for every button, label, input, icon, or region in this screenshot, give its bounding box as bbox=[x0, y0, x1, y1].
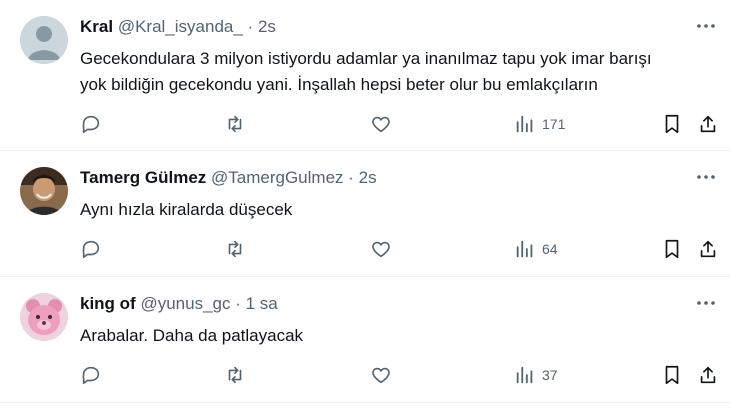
post-text: Arabalar. Daha da patlayacak bbox=[80, 323, 720, 349]
author-name[interactable]: Kral bbox=[80, 17, 113, 36]
action-bar: 171 bbox=[80, 112, 730, 136]
pink-bear-avatar bbox=[20, 293, 68, 341]
author-name[interactable]: Tamerg Gülmez bbox=[80, 168, 206, 187]
post-text: Aynı hızla kiralarda düşecek bbox=[80, 197, 720, 223]
like-icon bbox=[372, 241, 390, 258]
repost-button[interactable] bbox=[224, 237, 246, 261]
views-icon bbox=[516, 240, 533, 258]
repost-icon bbox=[228, 115, 242, 133]
views-icon bbox=[516, 366, 533, 384]
like-button[interactable] bbox=[370, 237, 392, 261]
avatar[interactable] bbox=[20, 16, 68, 64]
post-kral[interactable]: Kral @Kral_isyanda_ · 2s Gecekondulara 3… bbox=[0, 0, 730, 151]
views-button[interactable]: 37 bbox=[514, 363, 558, 387]
timestamp[interactable]: 1 sa bbox=[246, 294, 278, 313]
author-handle[interactable]: @TamergGulmez bbox=[211, 168, 344, 187]
author-name[interactable]: king of bbox=[80, 294, 136, 313]
reply-button[interactable] bbox=[80, 363, 102, 387]
post-text: Gecekondulara 3 milyon istiyordu adamlar… bbox=[80, 46, 720, 98]
reply-icon bbox=[82, 240, 100, 259]
repost-icon bbox=[228, 366, 242, 384]
post-text-line: yok bildiğin gecekondu yani. İnşallah he… bbox=[80, 75, 598, 94]
profile-photo bbox=[20, 167, 68, 215]
more-icon[interactable] bbox=[694, 165, 718, 189]
post-text-line: Gecekondulara 3 milyon istiyordu adamlar… bbox=[80, 49, 652, 68]
post-header: Kral @Kral_isyanda_ · 2s bbox=[80, 17, 276, 37]
views-button[interactable]: 171 bbox=[514, 112, 565, 136]
like-icon bbox=[372, 367, 390, 384]
default-avatar-icon bbox=[20, 16, 68, 64]
like-button[interactable] bbox=[370, 363, 392, 387]
action-bar: 37 bbox=[80, 363, 730, 387]
avatar[interactable] bbox=[20, 167, 68, 215]
bookmark-icon bbox=[665, 114, 679, 134]
share-icon bbox=[700, 366, 716, 384]
bookmark-button[interactable] bbox=[661, 237, 683, 261]
bookmark-icon bbox=[665, 365, 679, 385]
post-header: Tamerg Gülmez @TamergGulmez · 2s bbox=[80, 168, 377, 188]
separator-dot: · bbox=[247, 17, 254, 36]
share-button[interactable] bbox=[697, 237, 719, 261]
like-icon bbox=[372, 116, 390, 133]
post-text-line: Aynı hızla kiralarda düşecek bbox=[80, 200, 293, 219]
share-button[interactable] bbox=[697, 112, 719, 136]
separator-dot: · bbox=[348, 168, 354, 187]
reply-button[interactable] bbox=[80, 237, 102, 261]
like-button[interactable] bbox=[370, 112, 392, 136]
views-count: 64 bbox=[542, 241, 558, 257]
repost-button[interactable] bbox=[224, 112, 246, 136]
bookmark-button[interactable] bbox=[661, 363, 683, 387]
reply-button[interactable] bbox=[80, 112, 102, 136]
views-icon bbox=[516, 115, 533, 133]
bookmark-icon bbox=[665, 239, 679, 259]
reply-icon bbox=[82, 115, 100, 134]
more-icon[interactable] bbox=[694, 14, 718, 38]
reply-icon bbox=[82, 366, 100, 385]
separator-dot: · bbox=[235, 294, 241, 313]
views-count: 37 bbox=[542, 367, 558, 383]
reply-feed: Kral @Kral_isyanda_ · 2s Gecekondulara 3… bbox=[0, 0, 730, 420]
action-bar: 64 bbox=[80, 237, 730, 261]
post-text-line: Arabalar. Daha da patlayacak bbox=[80, 326, 304, 345]
share-button[interactable] bbox=[697, 363, 719, 387]
views-count: 171 bbox=[542, 116, 566, 132]
more-icon[interactable] bbox=[694, 291, 718, 315]
avatar[interactable] bbox=[20, 293, 68, 341]
repost-icon bbox=[228, 240, 242, 258]
timestamp[interactable]: 2s bbox=[359, 168, 377, 187]
post-header: king of @yunus_gc · 1 sa bbox=[80, 294, 278, 314]
author-handle[interactable]: @Kral_isyanda_ bbox=[118, 17, 243, 36]
post-king-of[interactable]: king of @yunus_gc · 1 sa Arabalar. Daha … bbox=[0, 277, 730, 403]
bookmark-button[interactable] bbox=[661, 112, 683, 136]
post-tamerg[interactable]: Tamerg Gülmez @TamergGulmez · 2s Aynı hı… bbox=[0, 151, 730, 277]
timestamp[interactable]: 2s bbox=[258, 17, 276, 36]
repost-button[interactable] bbox=[224, 363, 246, 387]
views-button[interactable]: 64 bbox=[514, 237, 558, 261]
share-icon bbox=[700, 240, 716, 258]
share-icon bbox=[700, 115, 716, 133]
author-handle[interactable]: @yunus_gc bbox=[140, 294, 230, 313]
